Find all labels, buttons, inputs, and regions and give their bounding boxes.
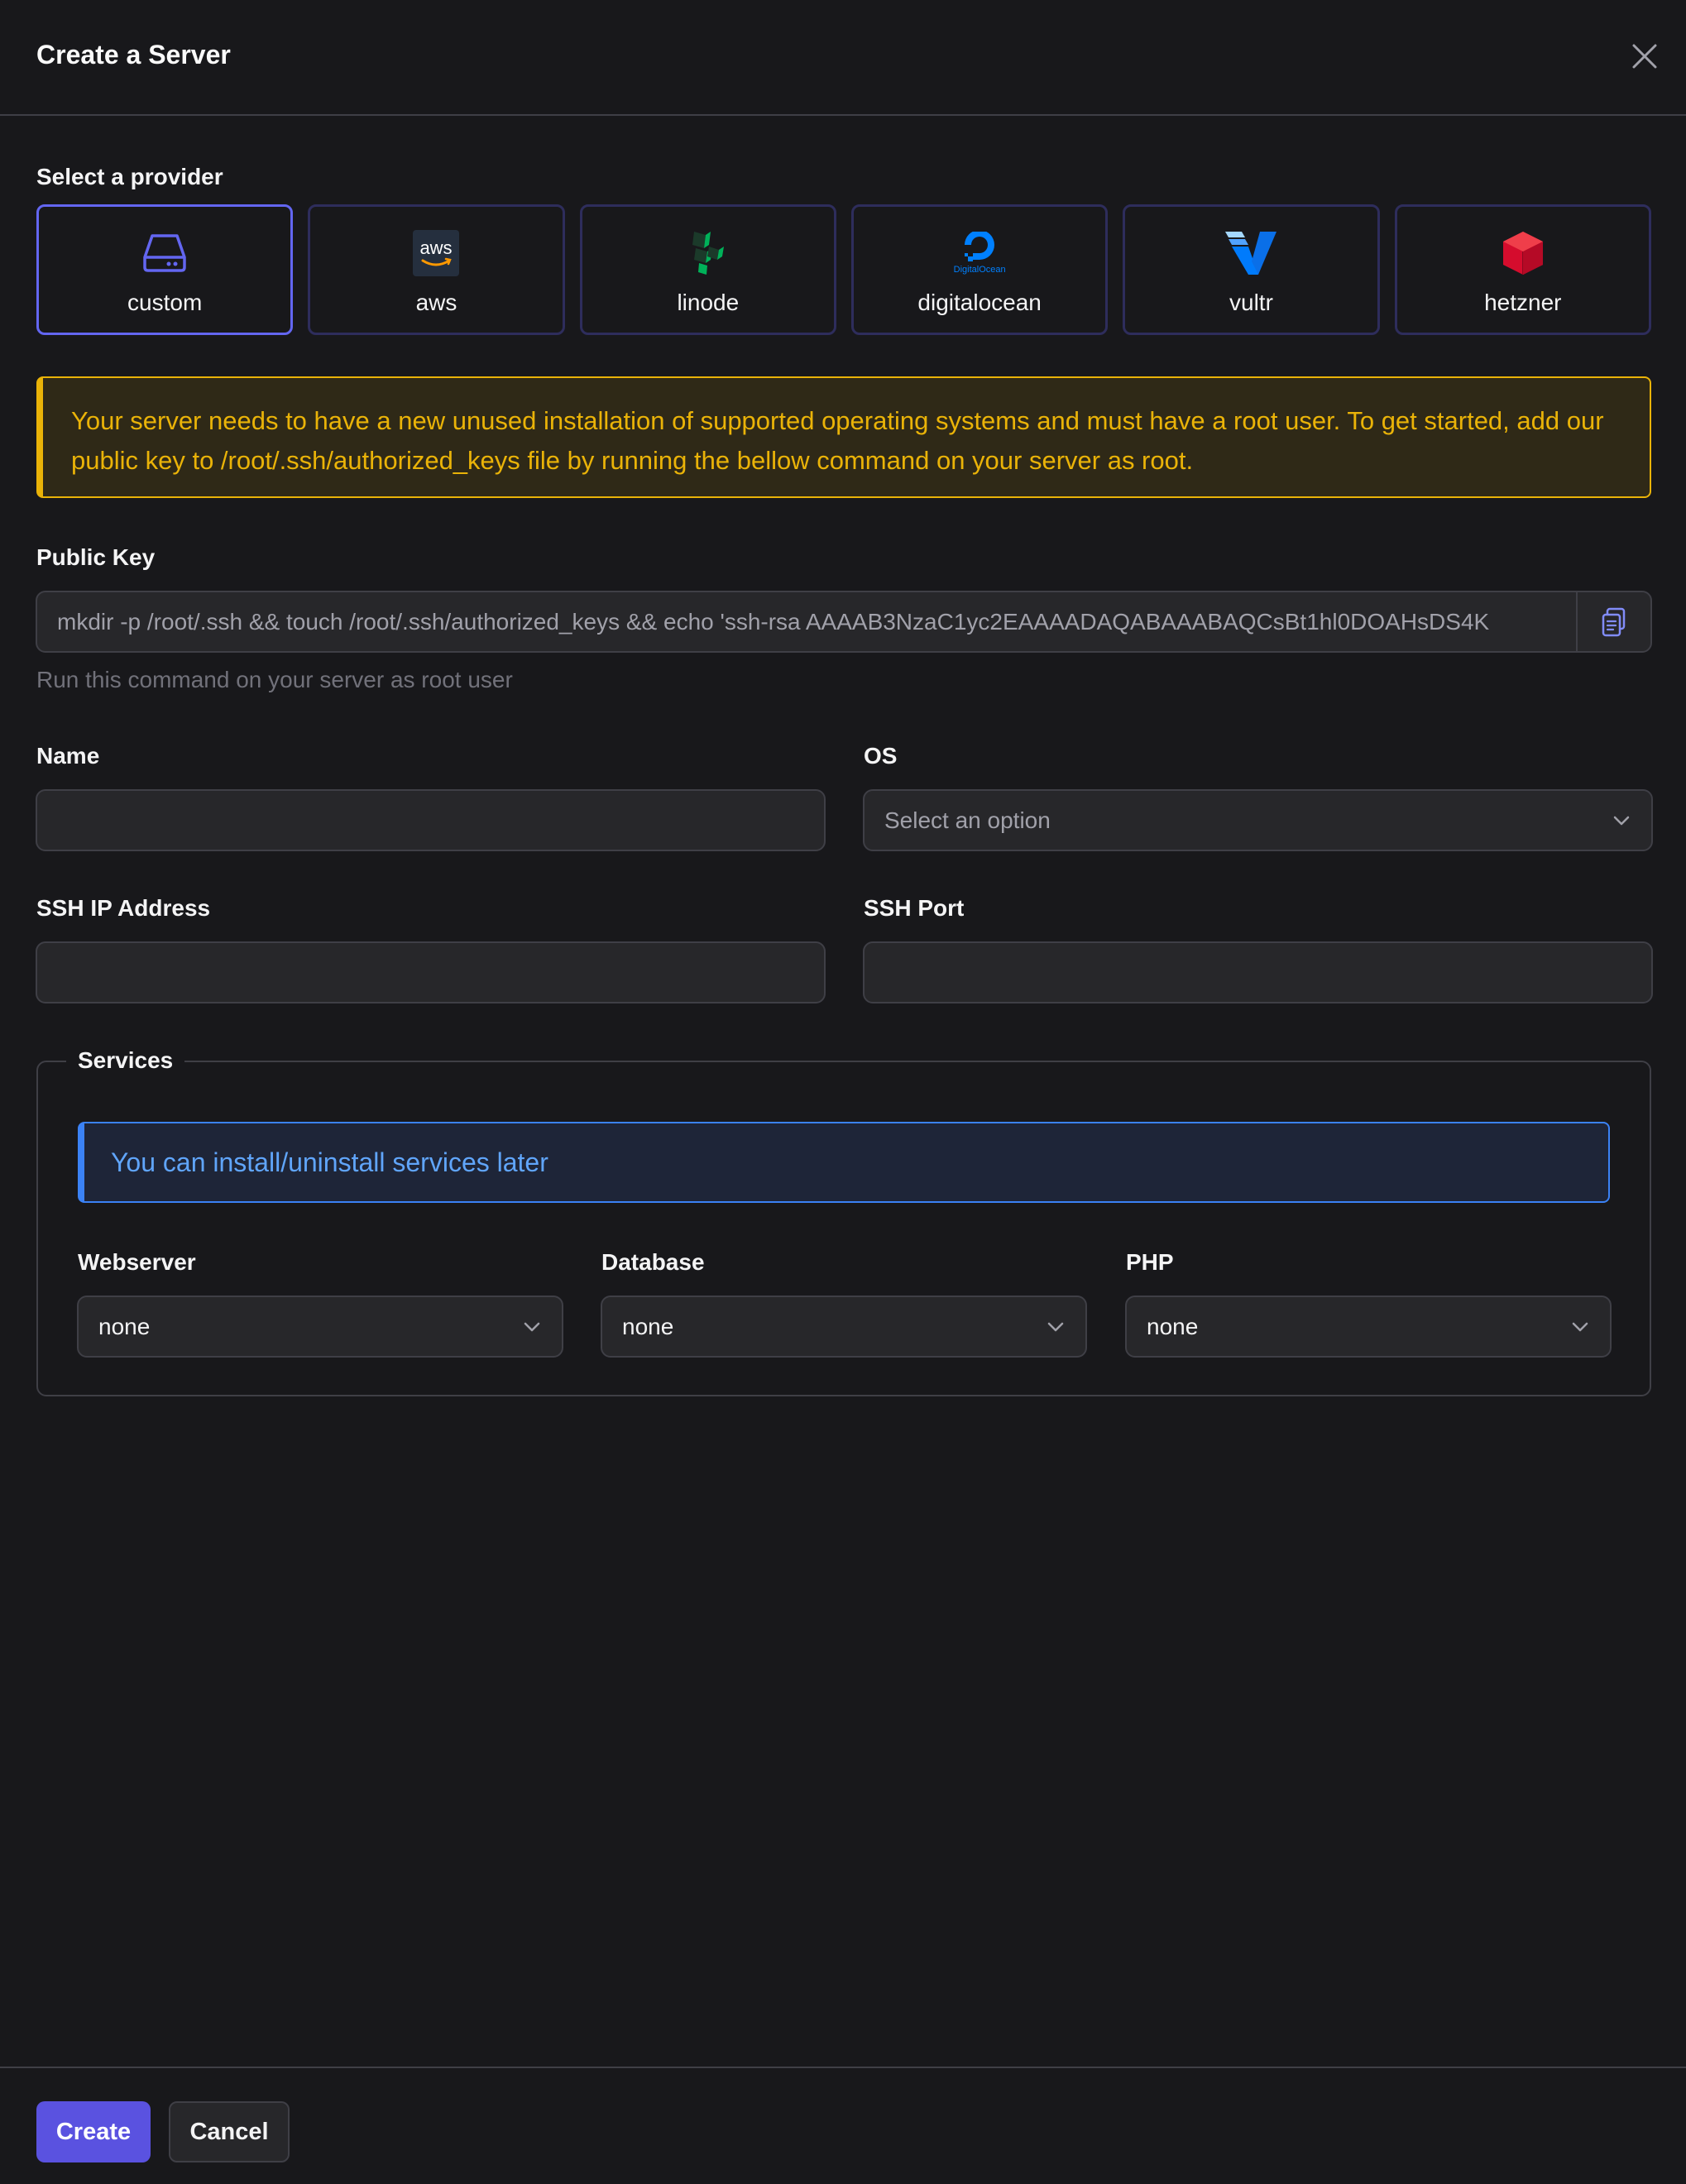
provider-custom[interactable]: custom bbox=[36, 204, 294, 335]
public-key-hint: Run this command on your server as root … bbox=[36, 667, 513, 692]
provider-name: vultr bbox=[1229, 290, 1273, 315]
digitalocean-logo bbox=[965, 232, 995, 261]
chevron-down-icon bbox=[524, 1322, 540, 1332]
ssh-ip-input[interactable] bbox=[36, 941, 826, 1003]
clipboard-icon bbox=[1602, 607, 1626, 637]
copy-button[interactable] bbox=[1576, 592, 1650, 652]
webserver-select-value: none bbox=[98, 1314, 151, 1339]
provider-linode[interactable]: linode bbox=[579, 204, 836, 335]
public-key-label: Public Key bbox=[36, 544, 156, 570]
linode-logo bbox=[692, 232, 724, 275]
warning-alert: Your server needs to have a new unused i… bbox=[36, 376, 1651, 498]
modal-title: Create a Server bbox=[36, 40, 231, 69]
database-select-value: none bbox=[622, 1314, 674, 1339]
close-icon bbox=[1632, 44, 1657, 69]
services-info-alert: You can install/uninstall services later bbox=[78, 1122, 1610, 1203]
aws-logo: aws bbox=[413, 230, 460, 276]
ssh-port-input[interactable] bbox=[863, 941, 1653, 1003]
php-select-value: none bbox=[1147, 1314, 1199, 1339]
aws-logo-text: aws bbox=[420, 237, 453, 258]
cancel-button[interactable]: Cancel bbox=[169, 2101, 290, 2162]
public-key-field[interactable]: mkdir -p /root/.ssh && touch /root/.ssh/… bbox=[36, 591, 1652, 653]
provider-name: aws bbox=[415, 290, 457, 315]
php-select[interactable]: none bbox=[1125, 1296, 1612, 1358]
database-select[interactable]: none bbox=[601, 1296, 1087, 1358]
hard-drive-icon bbox=[143, 234, 186, 272]
chevron-down-icon bbox=[1572, 1322, 1588, 1332]
provider-name: hetzner bbox=[1484, 290, 1562, 315]
os-select-placeholder: Select an option bbox=[884, 807, 1051, 833]
os-select[interactable]: Select an option bbox=[863, 789, 1653, 851]
public-key-value[interactable]: mkdir -p /root/.ssh && touch /root/.ssh/… bbox=[57, 592, 1563, 652]
php-label: PHP bbox=[1126, 1249, 1174, 1275]
webserver-select[interactable]: none bbox=[77, 1296, 563, 1358]
hetzner-logo bbox=[1502, 232, 1543, 275]
vultr-logo bbox=[1225, 232, 1277, 275]
provider-name: custom bbox=[127, 290, 203, 315]
provider-name: linode bbox=[677, 290, 740, 315]
chevron-down-icon bbox=[1047, 1322, 1064, 1332]
create-button[interactable]: Create bbox=[36, 2101, 151, 2162]
ssh-ip-label: SSH IP Address bbox=[36, 895, 211, 921]
name-input[interactable] bbox=[36, 789, 826, 851]
provider-aws[interactable]: aws aws bbox=[308, 204, 565, 335]
provider-list: custom aws aws linode DigitalOcean digit… bbox=[36, 204, 1651, 335]
provider-digitalocean[interactable]: DigitalOcean digitalocean bbox=[850, 204, 1109, 335]
modal-header: Create a Server bbox=[0, 0, 1686, 116]
chevron-down-icon bbox=[1613, 816, 1630, 826]
webserver-label: Webserver bbox=[78, 1249, 196, 1275]
name-label: Name bbox=[36, 743, 100, 769]
database-label: Database bbox=[601, 1249, 705, 1275]
provider-name: digitalocean bbox=[917, 290, 1042, 315]
ssh-port-label: SSH Port bbox=[864, 895, 965, 921]
close-button[interactable] bbox=[1626, 38, 1663, 74]
provider-label: Select a provider bbox=[36, 164, 223, 189]
services-legend: Services bbox=[66, 1047, 185, 1074]
digitalocean-logo-text: DigitalOcean bbox=[953, 265, 1006, 275]
provider-vultr[interactable]: vultr bbox=[1123, 204, 1380, 335]
os-label: OS bbox=[864, 743, 898, 769]
provider-hetzner[interactable]: hetzner bbox=[1394, 204, 1651, 335]
